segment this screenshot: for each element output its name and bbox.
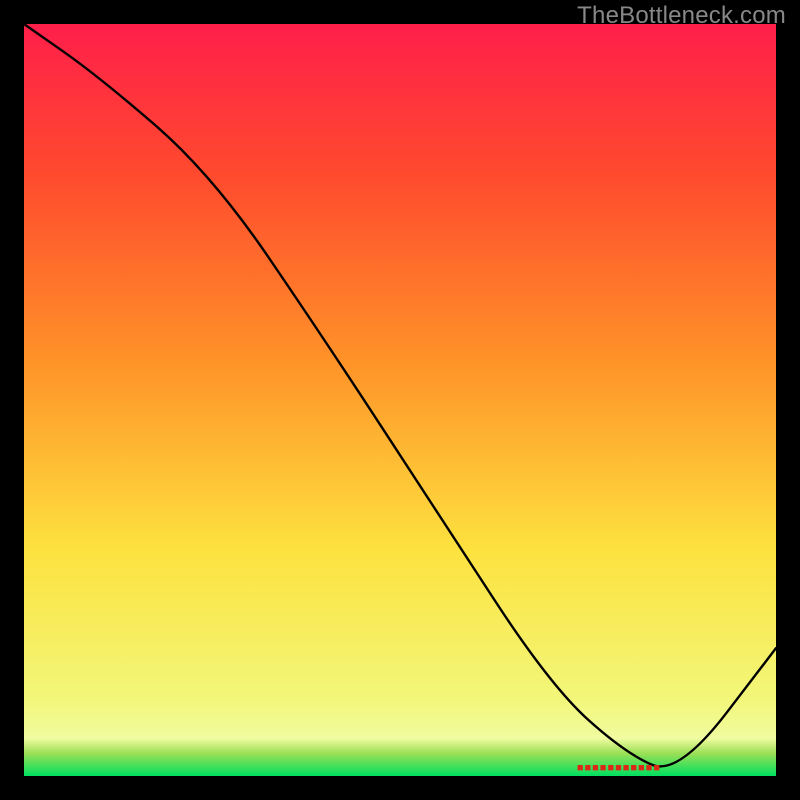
plot-area: ■■■■■■■■■■■ — [24, 24, 776, 776]
chart-frame: TheBottleneck.com ■■■■■■■■■■■ — [0, 0, 800, 800]
gradient-background — [24, 24, 776, 776]
bottleneck-chart — [24, 24, 776, 776]
